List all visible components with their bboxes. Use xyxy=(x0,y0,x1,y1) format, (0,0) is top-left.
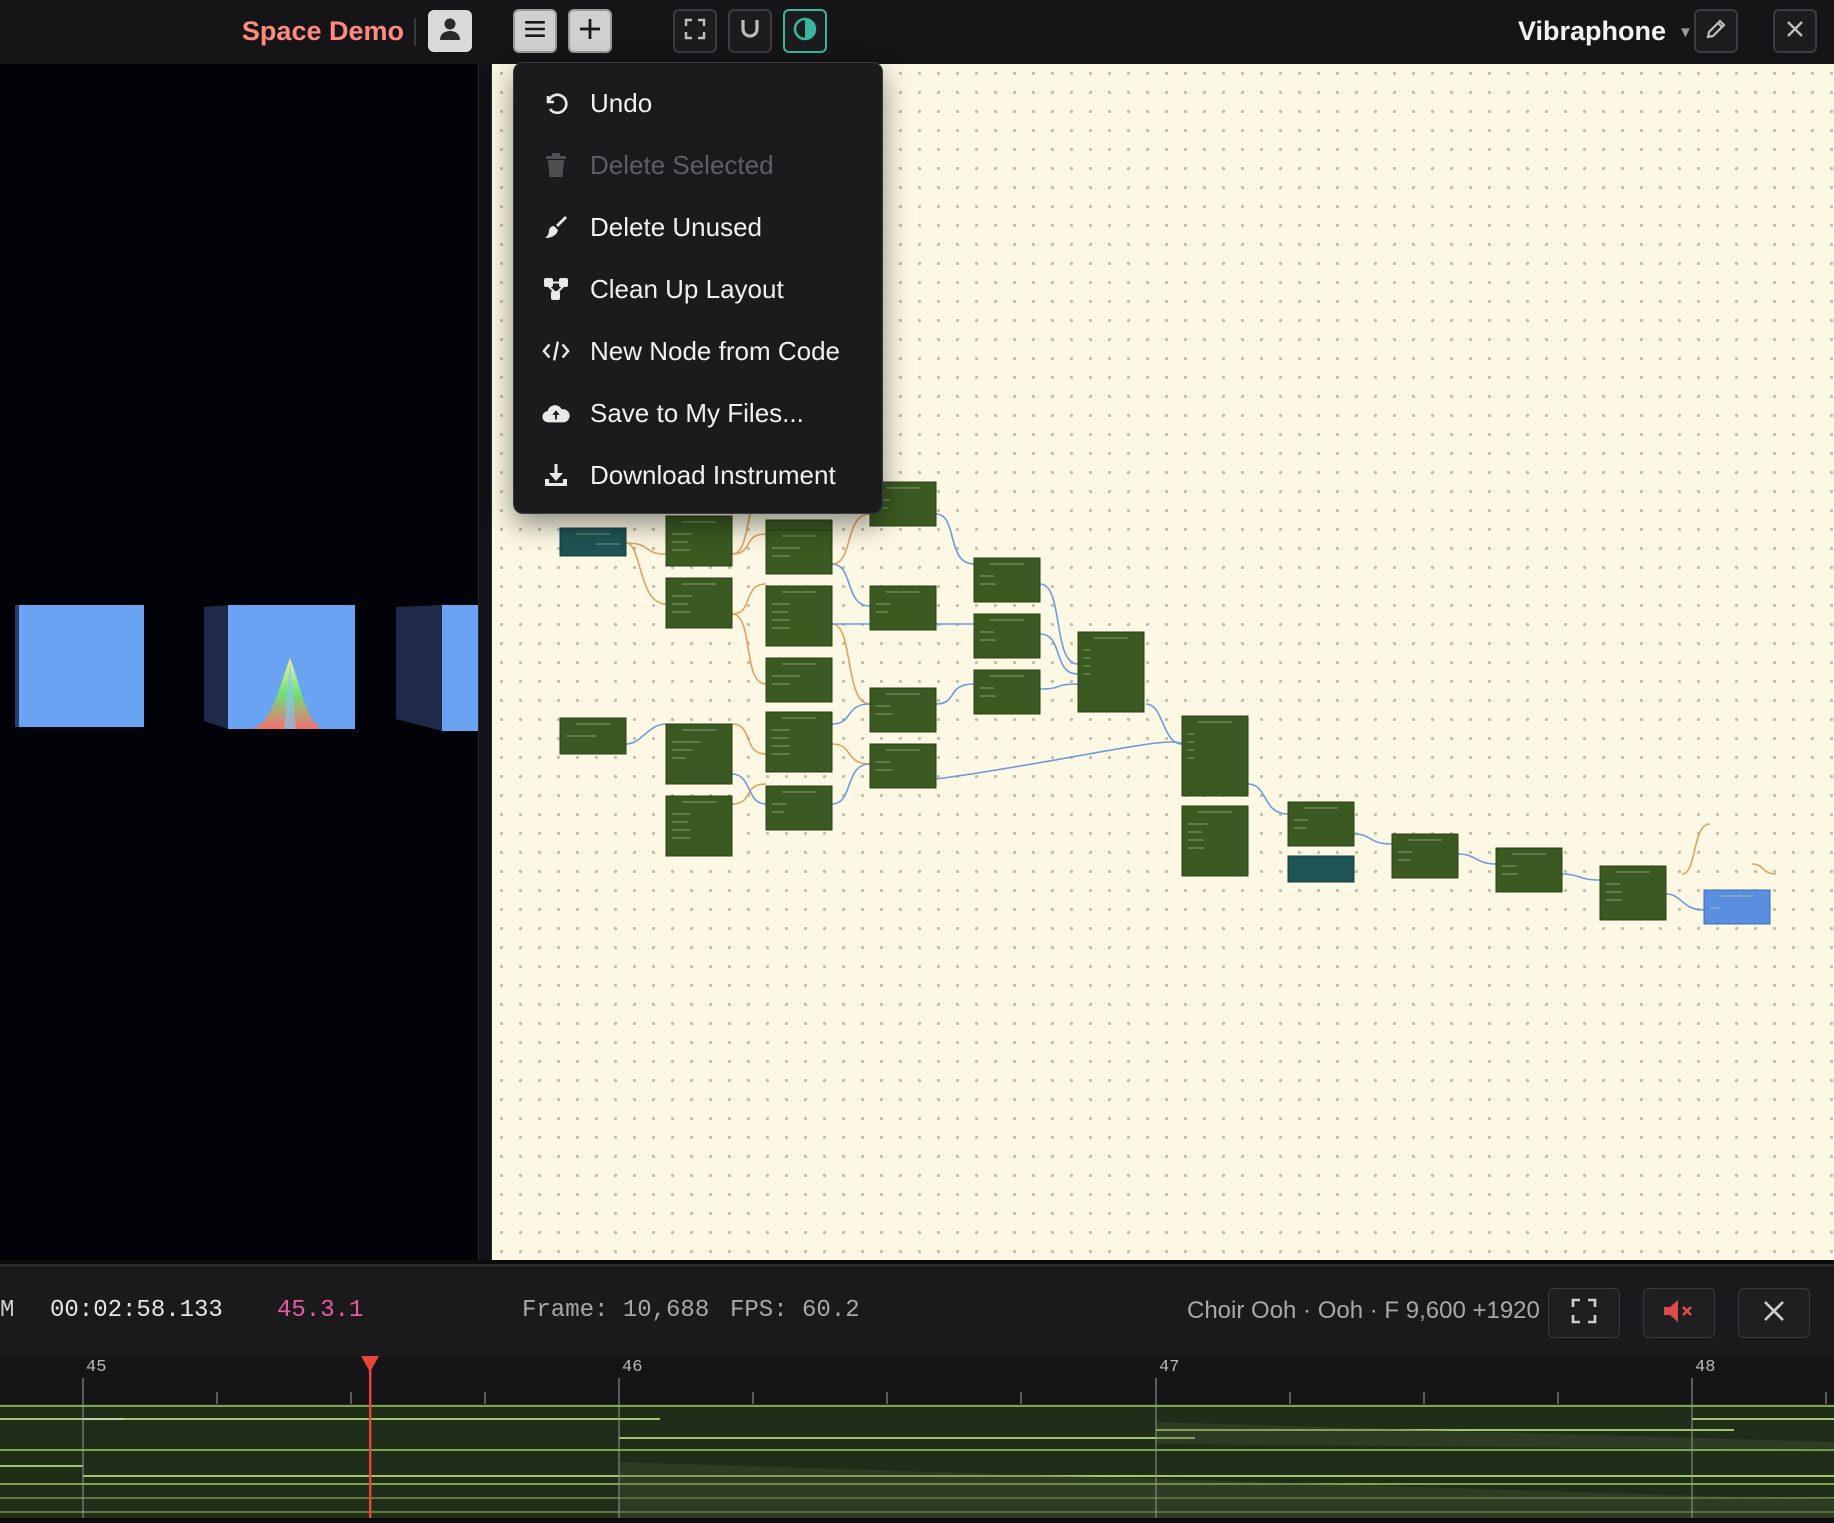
editor-menu: Undo Delete Selected Delete Unused Clean… xyxy=(513,62,883,514)
cube-center xyxy=(204,605,355,729)
broom-icon xyxy=(542,213,570,241)
scene-cubes xyxy=(15,605,478,731)
menu-item-label: New Node from Code xyxy=(590,335,840,366)
close-icon xyxy=(1785,19,1805,44)
trash-icon xyxy=(542,151,570,179)
menu-item-undo[interactable]: Undo xyxy=(514,72,882,134)
menu-item-delete-unused[interactable]: Delete Unused xyxy=(514,196,882,258)
close-icon xyxy=(1763,1300,1785,1327)
patch-info: Choir Ooh · Ooh · F 9,600 +1920 xyxy=(1187,1297,1540,1324)
note-lanes[interactable] xyxy=(0,1404,1834,1518)
speaker-muted-icon xyxy=(1662,1298,1696,1329)
bar-label-46: 46 xyxy=(622,1358,643,1377)
fullscreen-icon xyxy=(1571,1298,1597,1329)
editor-toolbar: Vibraphone ▼ xyxy=(490,0,1834,65)
mode-indicator: M xyxy=(0,1297,15,1324)
fps-counter: FPS: 60.2 xyxy=(730,1297,860,1324)
bar-label-45: 45 xyxy=(86,1358,107,1377)
cube-left xyxy=(15,605,144,727)
account-button[interactable] xyxy=(428,10,472,52)
code-icon xyxy=(542,337,570,365)
download-icon xyxy=(542,461,570,489)
ruler-ticks xyxy=(82,1378,1827,1406)
playhead[interactable] xyxy=(358,1356,382,1518)
frame-counter: Frame: 10,688 xyxy=(522,1297,710,1324)
user-icon xyxy=(437,16,463,47)
add-node-button[interactable] xyxy=(568,9,612,53)
undo-icon xyxy=(542,89,570,117)
close-editor-button[interactable] xyxy=(1773,9,1817,53)
cloud-upload-icon xyxy=(542,399,570,427)
menu-item-save-to-my-files[interactable]: Save to My Files... xyxy=(514,382,882,444)
menu-item-label: Delete Selected xyxy=(590,149,774,180)
menu-item-label: Undo xyxy=(590,87,653,118)
menu-item-label: Clean Up Layout xyxy=(590,273,784,304)
bar-label-47: 47 xyxy=(1159,1358,1180,1377)
menu-icon xyxy=(523,18,547,45)
note-lanes-graphic xyxy=(0,1404,1834,1518)
contrast-icon xyxy=(793,17,817,46)
menu-item-clean-up-layout[interactable]: Clean Up Layout xyxy=(514,258,882,320)
fullscreen-button[interactable] xyxy=(1548,1288,1620,1338)
timeline-ruler[interactable] xyxy=(0,1356,1834,1407)
theme-toggle[interactable] xyxy=(783,9,827,53)
menu-item-download-instrument[interactable]: Download Instrument xyxy=(514,444,882,506)
menu-item-delete-selected[interactable]: Delete Selected xyxy=(514,134,882,196)
menu-item-label: Download Instrument xyxy=(590,459,836,490)
cube-right xyxy=(396,605,478,731)
snap-toggle[interactable] xyxy=(728,9,772,53)
project-title[interactable]: Space Demo xyxy=(242,16,404,47)
menu-item-label: Save to My Files... xyxy=(590,397,804,428)
bar-label-48: 48 xyxy=(1695,1358,1716,1377)
menu-item-new-node-from-code[interactable]: New Node from Code xyxy=(514,320,882,382)
magnet-icon xyxy=(739,18,761,45)
layout-icon xyxy=(542,275,570,303)
output-node xyxy=(1703,889,1771,925)
chevron-down-icon[interactable]: ▼ xyxy=(1678,24,1693,41)
menu-item-label: Delete Unused xyxy=(590,211,762,242)
pencil-icon xyxy=(1705,18,1727,45)
mute-button[interactable] xyxy=(1643,1288,1715,1338)
3d-viewport[interactable] xyxy=(0,64,478,1260)
time-display: 00:02:58.133 xyxy=(50,1297,223,1324)
panel-splitter[interactable] xyxy=(478,64,492,1260)
header-divider xyxy=(414,18,416,46)
rename-button[interactable] xyxy=(1694,9,1738,53)
close-transport-button[interactable] xyxy=(1738,1288,1810,1338)
fit-view-button[interactable] xyxy=(673,9,717,53)
left-header: Space Demo xyxy=(0,0,490,65)
plus-icon xyxy=(578,17,602,46)
instrument-name[interactable]: Vibraphone xyxy=(1518,16,1666,47)
fullscreen-icon xyxy=(684,18,706,45)
menu-button[interactable] xyxy=(513,9,557,53)
position-display: 45.3.1 xyxy=(277,1297,364,1324)
